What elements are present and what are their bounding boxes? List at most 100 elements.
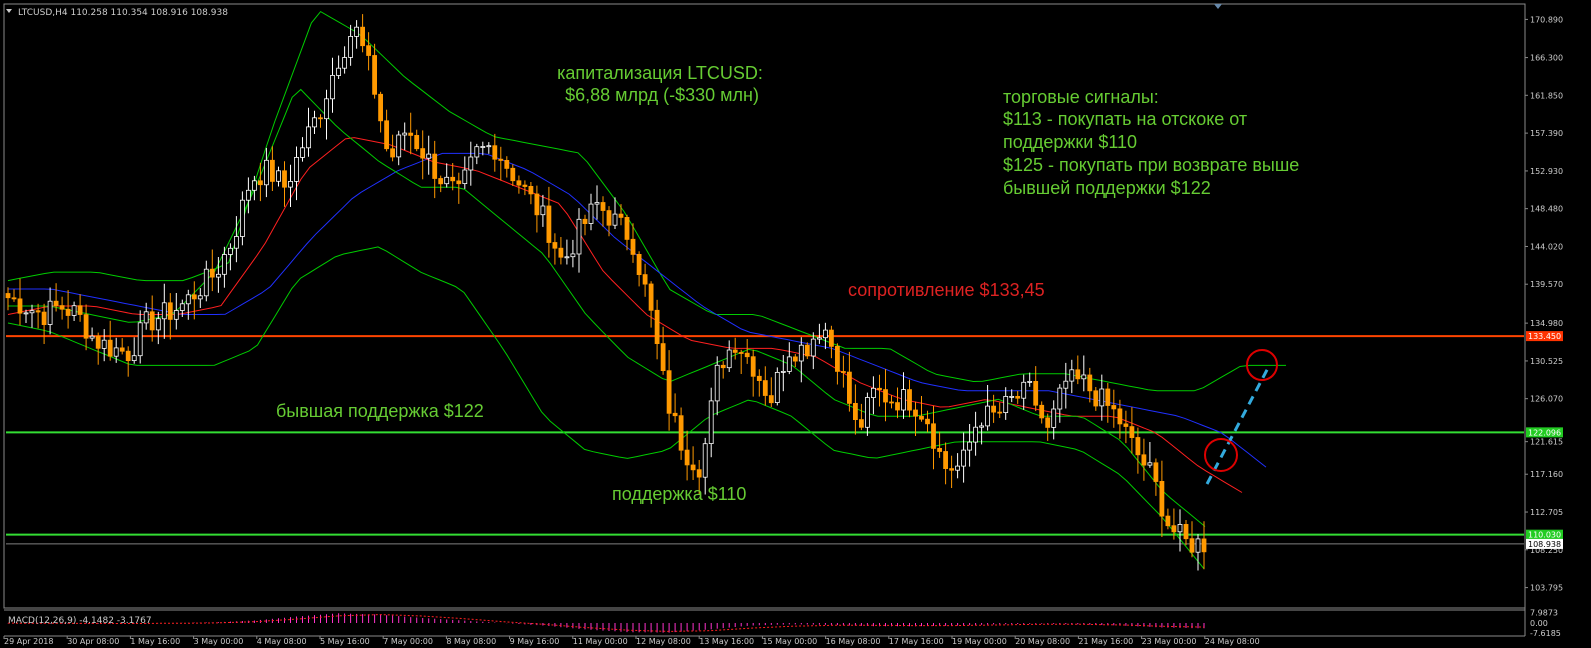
candle-body (83, 314, 89, 339)
candle-body (1153, 462, 1159, 482)
candle-body (354, 26, 360, 37)
candle-body (1081, 374, 1087, 380)
candle-body (402, 132, 408, 136)
candle-body (1141, 454, 1147, 466)
candle-body (738, 352, 744, 354)
price-tag-label: 110.030 (1528, 531, 1561, 540)
candle-body (5, 293, 11, 299)
candle-body (913, 409, 918, 417)
candle-body (239, 199, 245, 237)
price-tag-label: 122.096 (1528, 428, 1561, 437)
candle-body (955, 465, 960, 471)
candle-body (1051, 408, 1057, 428)
candle-body (414, 134, 420, 150)
candle-body (17, 298, 23, 314)
price-tick-label: 144.020 (1530, 243, 1563, 252)
candle-body (378, 93, 384, 122)
candle-body (564, 256, 570, 259)
candle-body (107, 339, 113, 357)
time-tick-label: 29 Apr 2018 (4, 637, 53, 646)
candle-body (660, 343, 666, 372)
candle-body (215, 273, 221, 278)
price-tick-label: 139.570 (1530, 280, 1563, 289)
candle-body (786, 356, 792, 372)
macd-tick-label: -7.6185 (1530, 629, 1561, 638)
candle-body (11, 297, 17, 300)
candle-body (1003, 395, 1009, 413)
signal2-line2: бывшей поддержки $122 (1003, 178, 1211, 198)
candle-body (408, 132, 414, 136)
candle-body (636, 253, 642, 275)
candle-body (684, 449, 690, 466)
candle-body (360, 26, 366, 47)
candle-body (294, 156, 299, 182)
candle-body (1201, 538, 1207, 553)
candle-body (197, 295, 203, 300)
candle-body (714, 364, 720, 402)
candle-body (1165, 515, 1171, 527)
candle-body (257, 180, 263, 186)
candle-body (185, 294, 191, 305)
candle-body (390, 148, 396, 158)
price-tick-label: 103.795 (1530, 584, 1563, 593)
candle-body (233, 236, 239, 249)
candle-body (594, 202, 600, 205)
candle-body (654, 309, 660, 344)
former-support-label: бывшая поддержка $122 (276, 401, 484, 421)
candle-body (949, 468, 954, 471)
candle-body (865, 397, 870, 428)
resistance-label: сопротивление $133,45 (848, 280, 1045, 300)
candle-body (997, 411, 1003, 414)
candle-body (907, 389, 912, 411)
time-tick-label: 4 May 08:00 (257, 637, 307, 646)
candle-body (384, 120, 390, 150)
candle-body (149, 311, 155, 331)
candle-body (1189, 538, 1195, 553)
candle-body (582, 218, 588, 225)
price-tick-label: 134.980 (1530, 319, 1563, 328)
time-tick-label: 12 May 08:00 (636, 637, 691, 646)
candle-body (1171, 525, 1177, 533)
candle-body (420, 148, 426, 159)
candle-body (77, 305, 83, 315)
candle-body (480, 146, 486, 148)
candle-body (1195, 538, 1201, 553)
candle-body (450, 176, 456, 182)
candle-body (642, 274, 648, 285)
price-tick-label: 130.525 (1530, 357, 1563, 366)
candle-body (1063, 380, 1069, 389)
candle-body (336, 67, 342, 76)
candle-body (282, 170, 287, 188)
candle-body (312, 117, 317, 128)
candle-body (1105, 388, 1111, 406)
time-tick-label: 9 May 16:00 (510, 637, 560, 646)
price-chart-svg: 7.98730.00-7.6185 170.890 166.300 161.850 1… (0, 0, 1591, 648)
candle-body (366, 45, 372, 56)
price-tag-label: 108.938 (1528, 540, 1561, 549)
candle-body (1183, 524, 1189, 540)
candle-body (396, 134, 402, 158)
candle-body (474, 146, 480, 158)
candle-body (203, 268, 209, 297)
candle-body (1045, 417, 1051, 428)
candle-body (624, 216, 630, 240)
candle-body (498, 158, 504, 161)
candle-body (1117, 408, 1123, 425)
candle-body (925, 418, 930, 425)
time-tick-label: 5 May 16:00 (320, 637, 370, 646)
candle-body (720, 364, 726, 369)
candle-body (750, 356, 756, 377)
candle-body (1177, 524, 1183, 533)
signal2-line1: $125 - покупать при возврате выше (1003, 155, 1299, 175)
candle-body (1021, 381, 1027, 399)
candle-body (492, 145, 498, 160)
candle-body (462, 169, 468, 185)
candle-body (318, 117, 323, 120)
symbol-header: LTCUSD,H4 110.258 110.354 108.916 108.93… (18, 8, 228, 18)
candle-body (540, 205, 546, 216)
candle-body (829, 329, 834, 347)
candle-body (612, 213, 618, 226)
macd-header: MACD(12,26,9) -4.1482 -3.1767 (8, 616, 152, 626)
candle-body (263, 159, 269, 186)
time-tick-label: 21 May 16:00 (1078, 637, 1133, 646)
